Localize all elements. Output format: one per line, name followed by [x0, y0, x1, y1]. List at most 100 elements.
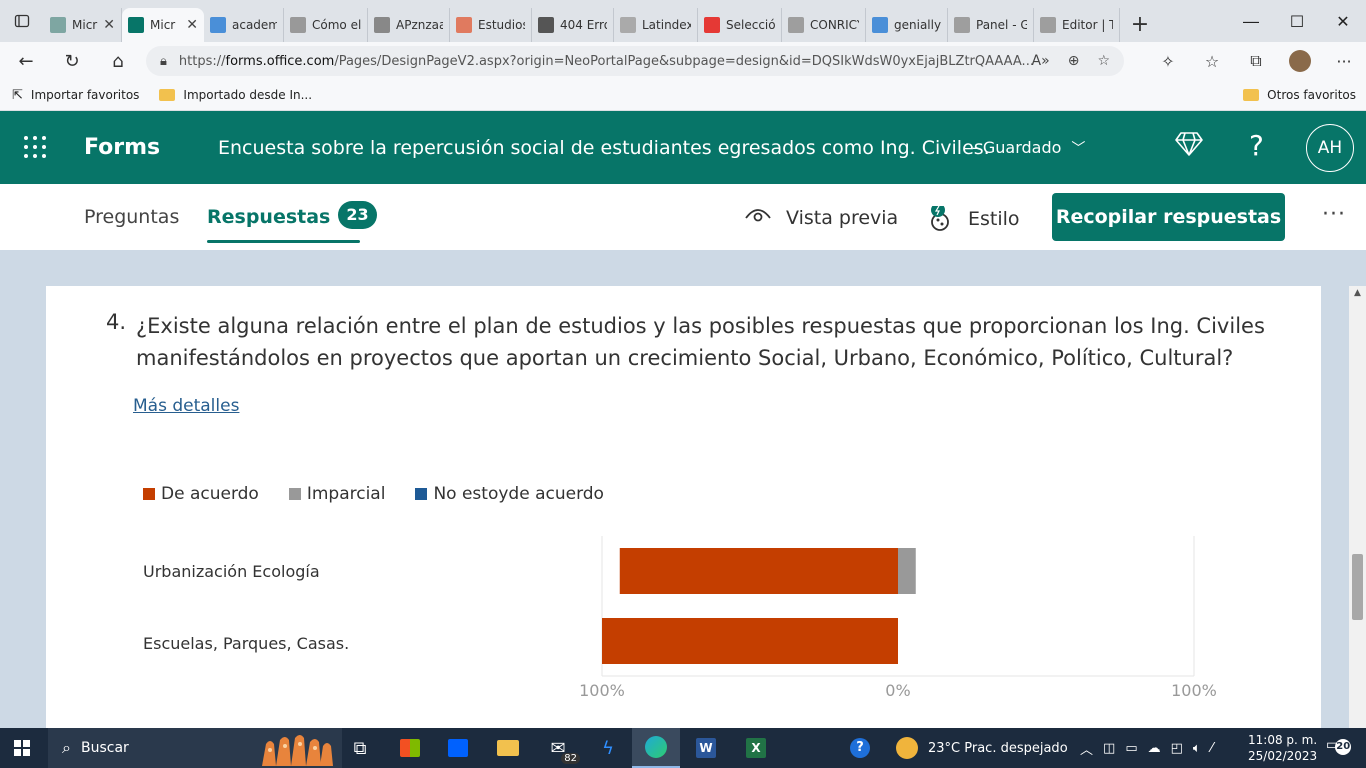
profile-avatar[interactable] — [1278, 50, 1322, 72]
meet-now-icon[interactable]: ◫ — [1103, 741, 1115, 756]
tab-actions-icon[interactable] — [0, 0, 44, 42]
excel-icon[interactable]: X — [732, 728, 780, 768]
style-button[interactable]: Estilo — [928, 203, 1020, 232]
bar-segment[interactable] — [619, 548, 898, 594]
lock-icon[interactable]: 🔒︎ — [160, 54, 167, 69]
volume-icon[interactable]: 🔈︎ — [1193, 741, 1201, 756]
zoom-icon[interactable]: ⊕ — [1068, 53, 1080, 69]
close-tab-icon[interactable]: ✕ — [186, 17, 198, 33]
forms-brand[interactable]: Forms — [84, 135, 160, 160]
add-favorite-icon[interactable]: ☆ — [1097, 53, 1110, 69]
forms-icon — [50, 17, 66, 33]
collections-icon[interactable]: ⧉ — [1234, 51, 1278, 71]
browser-tab[interactable]: 404 Error — [532, 8, 614, 42]
windows-taskbar: ⌕ Buscar ⧉ ✉ 82 ϟ W X ? 23°C Prac. despej… — [0, 728, 1366, 768]
legend-swatch — [143, 488, 155, 500]
browser-tab[interactable]: Micr ✕ — [44, 8, 122, 42]
battery-icon[interactable]: ▭ — [1125, 741, 1137, 756]
new-tab-button[interactable]: + — [1124, 8, 1156, 40]
dropbox-icon[interactable] — [434, 728, 482, 768]
browser-tab[interactable]: genially — [866, 8, 948, 42]
browser-tab[interactable]: Selección — [698, 8, 782, 42]
browser-tab[interactable]: Panel - G — [948, 8, 1034, 42]
bar-segment[interactable] — [602, 618, 898, 664]
browser-tab[interactable]: Latindex — [614, 8, 698, 42]
edge-browser-icon[interactable] — [632, 728, 680, 768]
browser-tab[interactable]: CONRICY — [782, 8, 866, 42]
legend-item-agree[interactable]: De acuerdo — [143, 484, 259, 504]
mail-icon[interactable]: ✉ 82 — [534, 728, 582, 768]
minimize-icon[interactable]: ― — [1228, 0, 1274, 42]
tab-responses[interactable]: Respuestas 23 — [207, 201, 377, 232]
close-tab-icon[interactable]: ✕ — [103, 17, 115, 33]
legend-item-neutral[interactable]: Imparcial — [288, 484, 385, 504]
weather-widget[interactable]: 23°C Prac. despejado — [896, 728, 1068, 768]
import-favorites-link[interactable]: ⇱ Importar favoritos — [12, 88, 139, 103]
back-icon[interactable]: ← — [6, 45, 46, 77]
browser-tab-label: 404 Error — [560, 18, 607, 32]
diamond-icon[interactable] — [1174, 131, 1204, 163]
language-icon[interactable]: ⁄ — [1211, 741, 1213, 756]
url-field[interactable]: 🔒︎ https://forms.office.com/Pages/Design… — [146, 46, 1124, 76]
page-scrollbar[interactable]: ▲ — [1349, 286, 1366, 728]
browser-tab[interactable]: academi — [204, 8, 284, 42]
responses-count-badge: 23 — [338, 201, 377, 229]
browser-tab[interactable]: Editor | T — [1034, 8, 1120, 42]
settings-more-icon[interactable]: ··· — [1322, 52, 1366, 71]
browser-tab[interactable]: APznzaa — [368, 8, 450, 42]
collect-responses-button[interactable]: Recopilar respuestas — [1052, 193, 1285, 241]
app-launcher-icon[interactable] — [24, 136, 46, 158]
taskbar-clock[interactable]: 11:08 p. m. 25/02/2023 — [1248, 732, 1317, 764]
document-icon — [374, 17, 390, 33]
extensions-icon[interactable]: ✧ — [1146, 52, 1190, 71]
globe-icon — [1040, 17, 1056, 33]
power-automate-icon[interactable]: ϟ — [584, 728, 632, 768]
bar-segment[interactable] — [898, 548, 916, 594]
read-aloud-icon[interactable]: A» — [1032, 53, 1050, 69]
forms-icon — [128, 17, 144, 33]
youtube-icon — [704, 17, 720, 33]
user-avatar[interactable]: AH — [1306, 124, 1354, 172]
imported-folder[interactable]: Importado desde In... — [159, 88, 312, 102]
onedrive-icon[interactable]: ☁ — [1148, 741, 1161, 756]
legend-label: No estoyde acuerdo — [433, 484, 604, 504]
maximize-icon[interactable]: ☐ — [1274, 0, 1320, 42]
saved-status[interactable]: - Guardado ﹀ — [972, 138, 1085, 158]
more-options-icon[interactable]: ··· — [1322, 202, 1346, 227]
search-highlight-icon[interactable] — [256, 730, 336, 766]
more-details-link[interactable]: Más detalles — [133, 396, 239, 416]
browser-tab[interactable]: Cómo el — [284, 8, 368, 42]
browser-tab-label: Latindex — [642, 18, 691, 32]
tab-strip: Micr ✕ Micr ✕ academi Cómo el APznzaa Estudios 4… — [0, 0, 1366, 42]
notifications-icon[interactable]: ▭20 — [1326, 737, 1352, 755]
form-title[interactable]: Encuesta sobre la repercusión social de … — [218, 137, 990, 159]
browser-tab[interactable]: Estudios — [450, 8, 532, 42]
store-icon[interactable] — [386, 728, 434, 768]
weather-label: 23°C Prac. despejado — [928, 740, 1068, 756]
clock-time: 11:08 p. m. — [1248, 733, 1318, 747]
favorites-icon[interactable]: ☆ — [1190, 52, 1234, 71]
browser-tab[interactable]: Micr ✕ — [122, 8, 204, 42]
home-icon[interactable]: ⌂ — [98, 45, 138, 77]
tabs: Micr ✕ Micr ✕ academi Cómo el APznzaa Estudios 4… — [44, 0, 1120, 42]
help-icon[interactable]: ? — [1249, 129, 1264, 162]
help-taskbar-icon[interactable]: ? — [836, 728, 884, 768]
tab-questions[interactable]: Preguntas — [84, 206, 179, 228]
x-tick-label: 0% — [885, 681, 910, 700]
other-favorites-folder[interactable]: Otros favoritos — [1243, 88, 1356, 102]
eye-icon — [744, 206, 772, 229]
file-explorer-icon[interactable] — [484, 728, 532, 768]
word-icon[interactable]: W — [682, 728, 730, 768]
scrollbar-thumb[interactable] — [1352, 554, 1363, 620]
close-window-icon[interactable]: ✕ — [1320, 0, 1366, 42]
preview-button[interactable]: Vista previa — [744, 206, 898, 229]
network-icon[interactable]: ◰ — [1171, 741, 1183, 756]
show-hidden-icons-icon[interactable]: ︿ — [1080, 739, 1093, 758]
scroll-up-icon[interactable]: ▲ — [1349, 288, 1366, 298]
legend-item-disagree[interactable]: No estoyde acuerdo — [415, 484, 604, 504]
task-view-icon[interactable]: ⧉ — [336, 728, 384, 768]
windows-start-icon[interactable] — [14, 740, 30, 756]
question-card: 4. ¿Existe alguna relación entre el plan… — [46, 286, 1321, 728]
folder-icon — [159, 89, 176, 101]
refresh-icon[interactable]: ↻ — [52, 45, 92, 77]
